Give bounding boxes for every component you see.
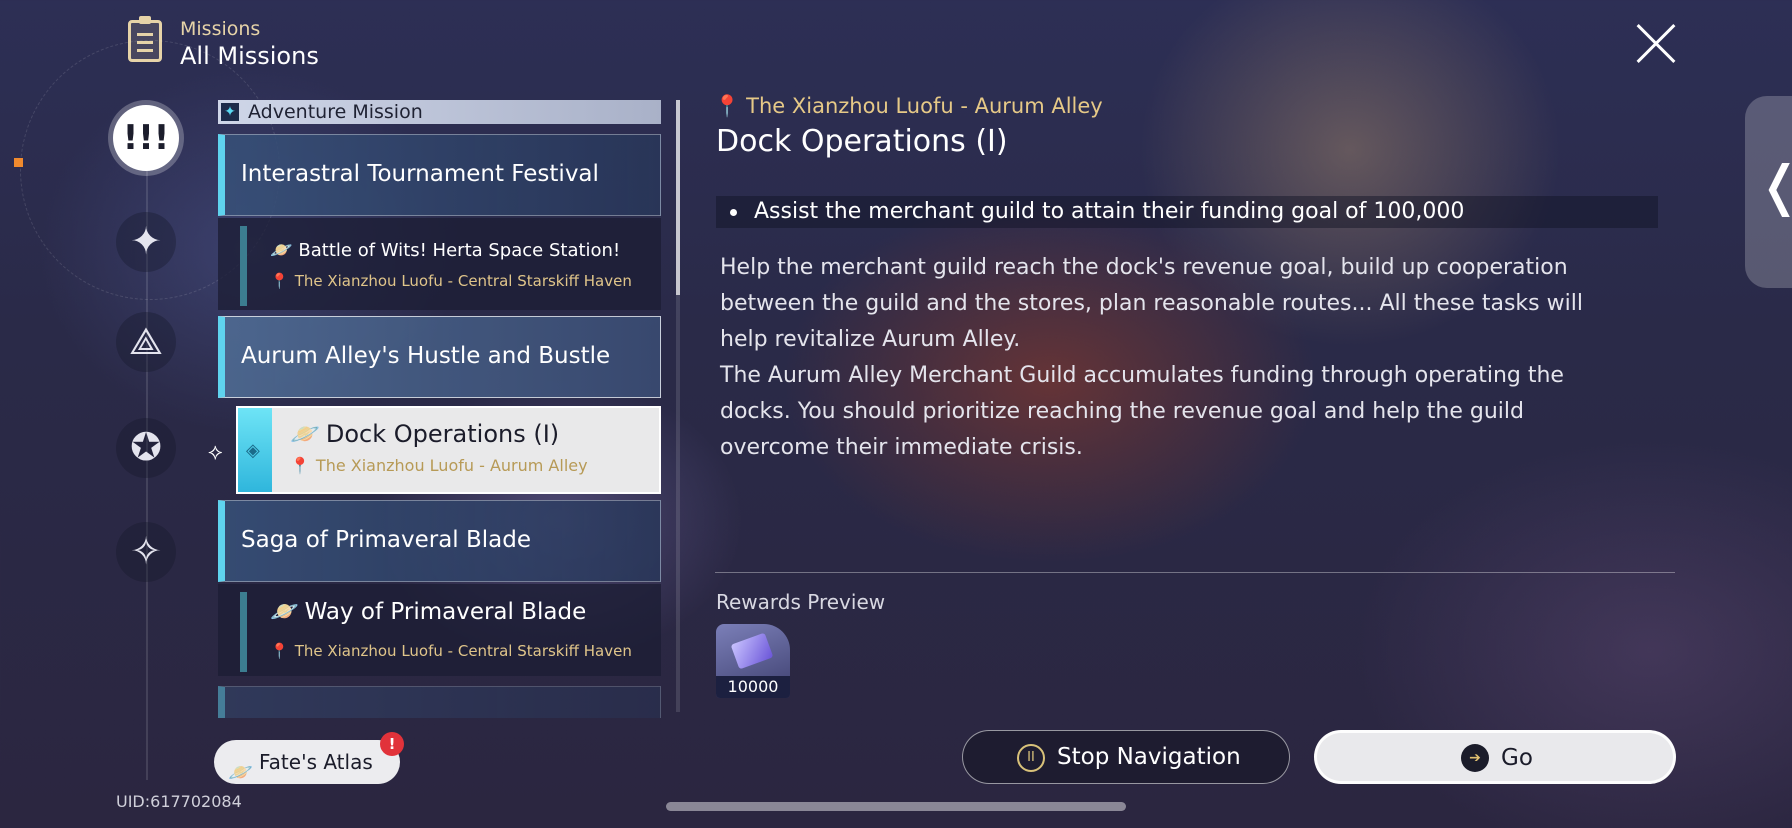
mission-item-selected[interactable]: ◈ 🪐 Dock Operations (I) 📍 The Xianzhou Luo… xyxy=(236,406,661,494)
daily-missions-icon[interactable]: ✧ xyxy=(116,522,176,582)
planet-icon: 🪐 xyxy=(270,599,299,625)
rail-marker xyxy=(14,158,23,167)
stop-navigation-label: Stop Navigation xyxy=(1057,744,1241,770)
mission-bar xyxy=(240,592,247,672)
group-title: Aurum Alley's Hustle and Bustle xyxy=(241,343,611,369)
mission-title: 🪐 Way of Primaveral Blade xyxy=(270,599,587,625)
mission-group-aurum-alley[interactable]: Aurum Alley's Hustle and Bustle xyxy=(218,316,661,398)
reward-item[interactable]: 10000 xyxy=(716,624,790,698)
planet-icon: 🪐 xyxy=(270,240,293,261)
companion-missions-icon[interactable]: ⟁ xyxy=(116,312,176,372)
mission-location: 📍 The Xianzhou Luofu - Aurum Alley xyxy=(290,456,588,475)
header-category: Missions xyxy=(180,18,261,40)
side-panel-tab[interactable]: ❬ xyxy=(1745,96,1792,288)
planet-icon: 🪐 xyxy=(228,760,253,784)
planet-icon: 🪐 xyxy=(290,420,320,448)
go-label: Go xyxy=(1501,745,1533,771)
all-missions-tab-icon[interactable]: !!! xyxy=(113,105,179,171)
trailblaze-missions-icon[interactable]: ✦ xyxy=(116,212,176,272)
home-indicator[interactable] xyxy=(666,802,1126,811)
selected-strip: ◈ xyxy=(238,408,272,492)
selection-arrow-icon: ⟡ xyxy=(208,440,223,465)
mission-group-interastral[interactable]: Interastral Tournament Festival xyxy=(218,134,661,216)
pause-icon: II xyxy=(1017,744,1045,772)
adventure-missions-icon[interactable]: ✪ xyxy=(116,418,176,478)
chevron-left-icon: ❬ xyxy=(1757,154,1792,217)
location-pin-icon: 📍 xyxy=(270,272,289,290)
category-header: ✦ Adventure Mission xyxy=(218,100,661,124)
mission-bar xyxy=(240,226,247,306)
uid-label: UID:617702084 xyxy=(116,792,242,811)
mission-group-partial[interactable] xyxy=(218,686,661,718)
group-title: Interastral Tournament Festival xyxy=(241,161,599,187)
reward-quantity: 10000 xyxy=(716,676,790,698)
mission-objective: Assist the merchant guild to attain thei… xyxy=(716,196,1658,228)
mission-description: Help the merchant guild reach the dock's… xyxy=(720,255,1583,460)
fates-atlas-label: Fate's Atlas xyxy=(259,750,373,774)
mission-title: 🪐 Battle of Wits! Herta Space Station! xyxy=(270,240,621,261)
detail-location: 📍 The Xianzhou Luofu - Aurum Alley xyxy=(714,94,1103,118)
mission-item[interactable]: 🪐 Way of Primaveral Blade 📍 The Xianzhou L… xyxy=(218,584,661,676)
credits-icon xyxy=(730,632,774,670)
close-icon[interactable] xyxy=(1634,22,1678,66)
mission-title: 🪐 Dock Operations (I) xyxy=(290,420,560,448)
rewards-label: Rewards Preview xyxy=(716,590,886,614)
go-button[interactable]: ➔ Go xyxy=(1314,730,1676,784)
location-pin-icon: 📍 xyxy=(714,94,741,118)
location-pin-icon: 📍 xyxy=(270,642,289,660)
mission-location: 📍 The Xianzhou Luofu - Central Starskiff … xyxy=(270,642,632,660)
fates-atlas-button[interactable]: 🪐 Fate's Atlas ! xyxy=(214,732,404,784)
adventure-icon: ✦ xyxy=(221,103,239,121)
stop-navigation-button[interactable]: II Stop Navigation xyxy=(962,730,1290,784)
alert-badge: ! xyxy=(380,732,404,756)
go-arrow-icon: ➔ xyxy=(1461,744,1489,772)
category-label: Adventure Mission xyxy=(248,101,423,123)
mission-location: 📍 The Xianzhou Luofu - Central Starskiff … xyxy=(270,272,632,290)
divider xyxy=(715,572,1675,573)
mission-item[interactable]: 🪐 Battle of Wits! Herta Space Station! 📍 T… xyxy=(218,218,661,310)
list-scrollbar[interactable] xyxy=(676,100,680,712)
group-title: Saga of Primaveral Blade xyxy=(241,527,532,553)
location-pin-icon: 📍 xyxy=(290,456,310,475)
selected-diamond-icon: ◈ xyxy=(246,440,260,461)
mission-group-primaveral[interactable]: Saga of Primaveral Blade xyxy=(218,500,661,582)
mission-list[interactable]: ✦ Adventure Mission Interastral Tourname… xyxy=(218,100,661,718)
mission-detail-title: Dock Operations (I) xyxy=(716,124,1008,159)
